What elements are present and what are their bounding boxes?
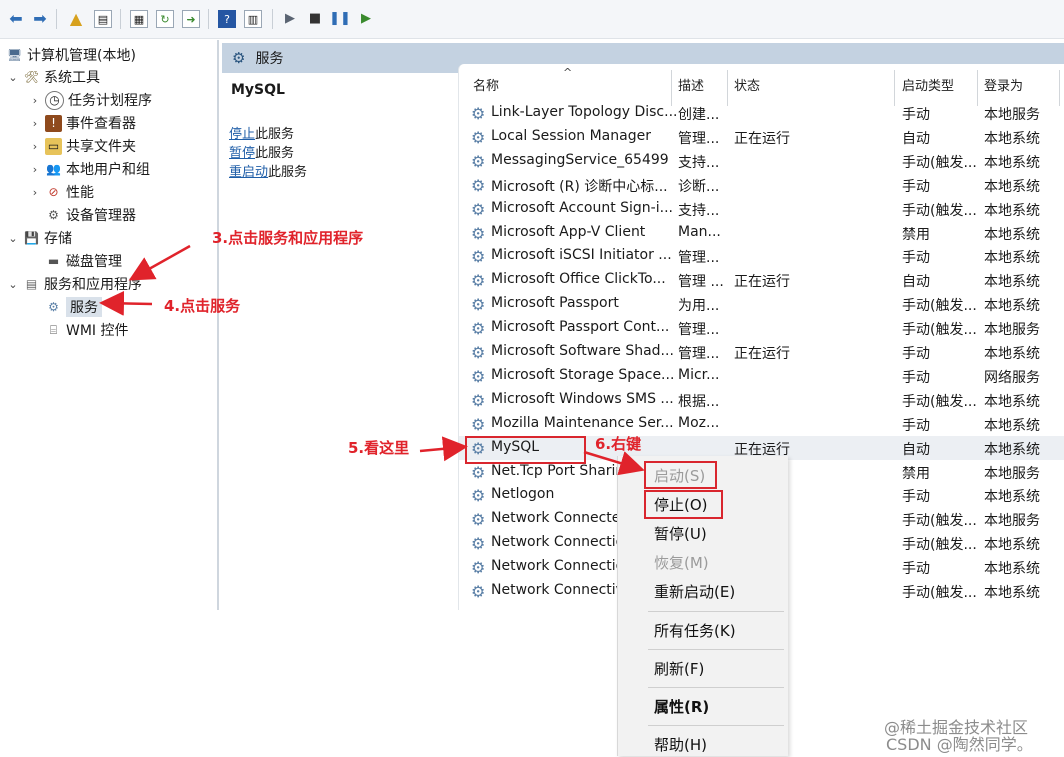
watermark-csdn: CSDN @陶然同学。 <box>886 735 1033 754</box>
annotation-arrows <box>99 244 645 476</box>
arrow-to-menu <box>583 450 645 476</box>
annotation-step3: 3.点击服务和应用程序 <box>212 229 364 247</box>
arrow-to-services <box>99 290 153 316</box>
arrow-to-services-apps <box>128 244 191 281</box>
arrow-to-mysql <box>419 436 468 462</box>
annotation-step5: 5.看这里 <box>348 439 410 457</box>
annotation-step6: 6.右键 <box>595 435 642 453</box>
annotation-step4: 4.点击服务 <box>164 297 241 315</box>
